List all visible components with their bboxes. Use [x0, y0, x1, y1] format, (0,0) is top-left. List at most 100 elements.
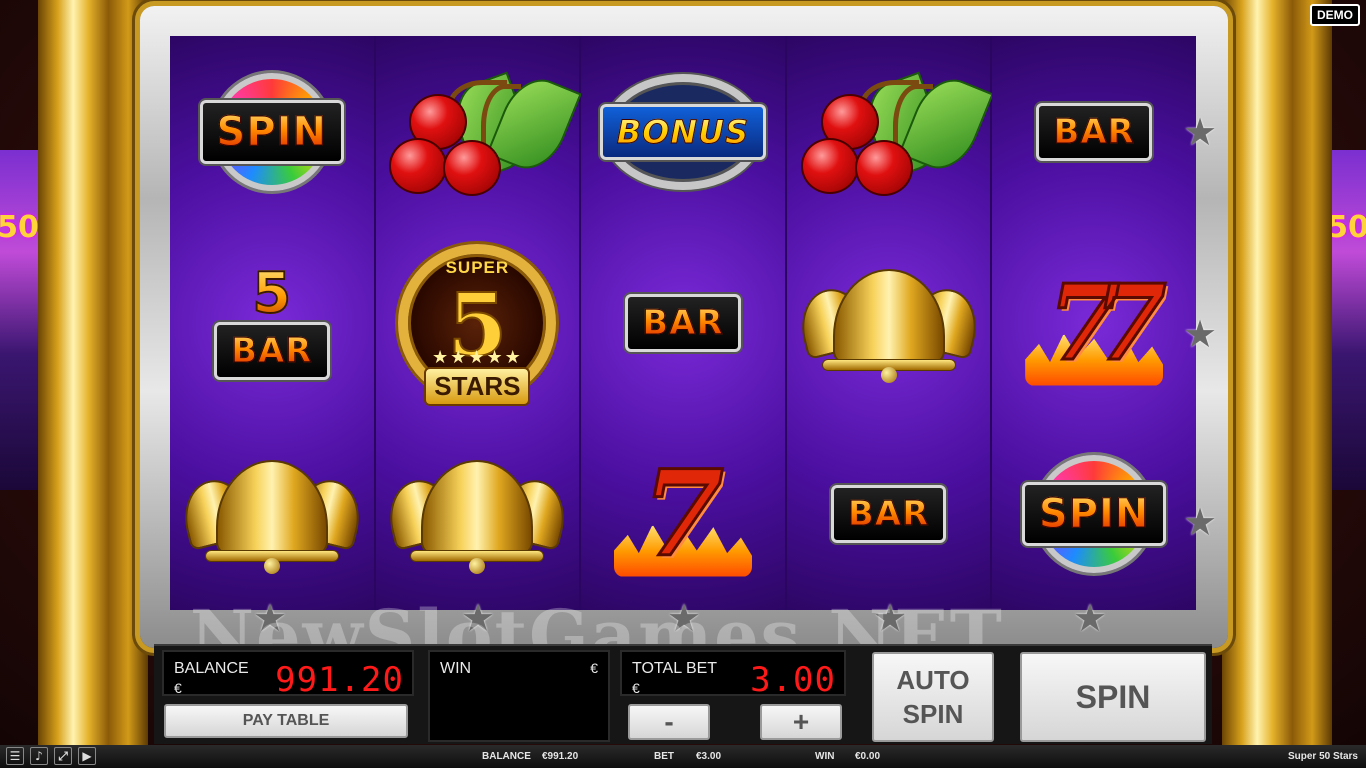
cherry-icon: [389, 137, 448, 194]
reel-cell: [787, 227, 991, 418]
bet-increase-button[interactable]: +: [760, 704, 842, 740]
reel-cell: 5 BAR: [170, 227, 374, 418]
auto-spin-button[interactable]: AUTO SPIN: [872, 652, 994, 742]
bottom-bet-value: €3.00: [696, 751, 722, 762]
cherries-symbol: [800, 64, 994, 200]
spin-symbol: SPIN: [184, 67, 360, 197]
reel-cell: 77: [992, 227, 1196, 418]
bottom-game-name: Super 50 Stars: [1287, 751, 1358, 762]
bar-symbol: BAR: [625, 293, 741, 352]
double-seven-symbol: 77: [1019, 258, 1169, 388]
balance-value: 991.20: [275, 660, 404, 700]
game-stage: 50 50 SPIN 5 BAR SUPER 5 ★★★★★ STARS BONUS BAR…: [0, 0, 1366, 768]
bonus-symbol-label: BONUS: [616, 112, 750, 151]
bells-symbol: [381, 454, 574, 574]
reel-cell: BAR: [787, 418, 991, 609]
balance-label: BALANCE: [174, 660, 249, 677]
star-icon: ★: [1182, 110, 1218, 154]
bar-symbol: BAR: [1036, 102, 1152, 161]
spin-symbol: SPIN: [1006, 449, 1182, 579]
symbol-plate: BAR: [214, 321, 330, 380]
reel-cell: [787, 36, 994, 227]
demo-badge: DEMO: [1310, 4, 1360, 26]
stars-row-icon: ★★★★★: [432, 346, 523, 367]
seven-digit: 77: [1046, 260, 1168, 384]
bottom-status-bar: ☰ ♪ ⤢ ▶ BALANCE €991.20 BET €3.00 WIN €0…: [0, 745, 1366, 768]
stars-label: STARS: [424, 366, 531, 406]
bottom-win-value: €0.00: [855, 751, 881, 762]
pay-table-button[interactable]: PAY TABLE: [164, 704, 408, 738]
reel-cell: BAR: [992, 36, 1196, 227]
total-bet-currency: €: [632, 680, 640, 696]
reel-1: SPIN 5 BAR: [170, 36, 376, 610]
reel-cell: SPIN: [170, 36, 374, 227]
five-bar-label: BAR: [231, 330, 313, 371]
bar-symbol: BAR: [830, 484, 947, 543]
balance-currency: €: [174, 680, 182, 696]
bottom-bet-label: BET: [654, 751, 674, 762]
reel-2: SUPER 5 ★★★★★ STARS: [375, 36, 583, 610]
five-bar-digit: 5: [251, 260, 292, 326]
reel-3: BONUS BAR 7: [581, 36, 787, 610]
bell-icon: [832, 268, 945, 365]
cherry-icon: [800, 137, 859, 194]
star-icon: ★: [1182, 500, 1218, 544]
win-label: WIN: [440, 660, 472, 677]
gold-pillar-right: [1222, 0, 1332, 745]
spin-symbol-label: SPIN: [1038, 490, 1150, 537]
bet-decrease-button[interactable]: -: [628, 704, 710, 740]
super-5-stars-symbol: SUPER 5 ★★★★★ STARS: [398, 243, 557, 406]
bottom-balance-value: €991.20: [542, 751, 579, 762]
reel-cell: [376, 36, 583, 227]
reel-cell: [170, 418, 374, 609]
reel-4: BAR: [786, 36, 994, 610]
super-label: SUPER: [445, 257, 510, 277]
win-meter: WIN €: [428, 650, 610, 742]
star-icon: ★: [1072, 596, 1108, 640]
spin-symbol-label: SPIN: [216, 108, 328, 155]
bonus-symbol: BONUS: [590, 72, 776, 192]
bar-symbol-label: BAR: [1053, 111, 1135, 152]
five-bar-symbol: 5 BAR: [214, 260, 330, 380]
total-bet-meter: TOTAL BET € 3.00: [620, 650, 846, 700]
reel-cell: BAR: [581, 227, 785, 418]
sound-icon[interactable]: ♪: [30, 747, 48, 765]
bottom-win-label: WIN: [815, 751, 835, 762]
cherry-icon: [443, 139, 502, 196]
reel-window: SPIN 5 BAR SUPER 5 ★★★★★ STARS BONUS BAR 7 BAR …: [170, 36, 1196, 610]
reel-cell: SPIN: [992, 418, 1196, 609]
bell-icon: [421, 459, 534, 556]
menu-icon[interactable]: ☰: [6, 747, 24, 765]
bottom-balance-label: BALANCE: [482, 751, 531, 762]
bells-symbol: [792, 263, 985, 383]
bell-clapper: [263, 557, 280, 574]
reel-cell: 7: [581, 418, 785, 609]
total-bet-label: TOTAL BET: [632, 660, 718, 677]
reel-cell: [376, 418, 580, 609]
fullscreen-icon[interactable]: ⤢: [54, 747, 72, 765]
gold-pillar-left: [38, 0, 148, 745]
seven-digit: 7: [640, 443, 725, 583]
video-icon[interactable]: ▶: [78, 747, 96, 765]
total-bet-value: 3.00: [750, 660, 836, 700]
bell-icon: [215, 459, 328, 556]
bell-clapper: [469, 557, 486, 574]
symbol-plate: SPIN: [199, 99, 345, 164]
bar-symbol-label: BAR: [642, 302, 724, 343]
reel-5: BAR 77 SPIN: [992, 36, 1196, 610]
bar-symbol-label: BAR: [847, 493, 930, 534]
reel-cell: SUPER 5 ★★★★★ STARS: [376, 227, 580, 418]
bells-symbol: [176, 454, 368, 574]
reel-cell: BONUS: [581, 36, 785, 227]
win-currency: €: [590, 660, 598, 676]
cherries-symbol: [389, 64, 583, 200]
control-panel: BALANCE € 991.20 PAY TABLE WIN € TOTAL B…: [154, 644, 1212, 744]
cherry-icon: [854, 139, 913, 196]
balance-meter: BALANCE € 991.20: [162, 650, 414, 700]
bell-clapper: [880, 366, 897, 383]
symbol-plate: SPIN: [1021, 481, 1167, 546]
star-icon: ★: [1182, 312, 1218, 356]
spin-button[interactable]: SPIN: [1020, 652, 1206, 742]
seven-symbol: 7: [608, 449, 758, 579]
symbol-plate: BONUS: [599, 103, 767, 160]
